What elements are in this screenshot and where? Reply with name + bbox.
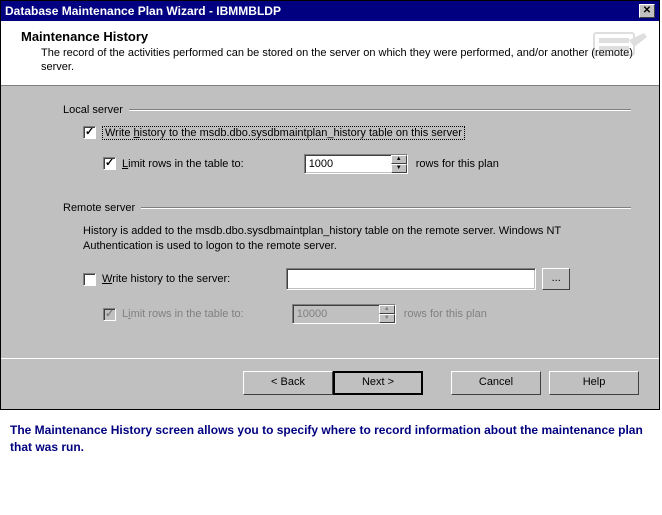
remote-limit-rows-row: Limit rows in the table to: ▲ ▼ rows for… [103, 304, 631, 324]
local-limit-rows-input[interactable] [305, 155, 391, 173]
server-icon [589, 25, 649, 65]
rows-suffix-label: rows for this plan [416, 158, 499, 170]
remote-info-text: History is added to the msdb.dbo.sysdbma… [83, 224, 631, 255]
browse-button[interactable]: ... [542, 268, 570, 290]
close-button[interactable]: ✕ [639, 4, 655, 18]
divider [129, 109, 631, 111]
local-limit-rows-row: Limit rows in the table to: ▲ ▼ rows for… [103, 154, 631, 174]
caption-text: The Maintenance History screen allows yo… [0, 410, 662, 462]
spin-up: ▲ [379, 305, 395, 314]
remote-limit-rows-spinner: ▲ ▼ [292, 304, 396, 324]
remote-limit-rows-checkbox [103, 308, 116, 321]
remote-write-history-label[interactable]: Write history to the server: [102, 273, 230, 285]
titlebar: Database Maintenance Plan Wizard - IBMMB… [1, 1, 659, 21]
remote-write-history-row: Write history to the server: ... [83, 268, 631, 290]
next-button[interactable]: Next > [333, 371, 423, 395]
back-button[interactable]: < Back [243, 371, 333, 395]
local-limit-rows-label[interactable]: Limit rows in the table to: [122, 158, 244, 170]
local-write-history-row: Write history to the msdb.dbo.sysdbmaint… [83, 126, 631, 140]
local-write-history-checkbox[interactable] [83, 126, 96, 139]
remote-server-label: Remote server [63, 202, 135, 214]
window-title: Database Maintenance Plan Wizard - IBMMB… [5, 4, 281, 18]
remote-limit-rows-input [293, 305, 379, 323]
spin-up[interactable]: ▲ [391, 155, 407, 164]
spin-down: ▼ [379, 314, 395, 323]
remote-limit-rows-label: Limit rows in the table to: [122, 308, 244, 320]
header-area: Maintenance History The record of the ac… [1, 21, 659, 86]
cancel-button[interactable]: Cancel [451, 371, 541, 395]
page-title: Maintenance History [21, 29, 643, 44]
help-button[interactable]: Help [549, 371, 639, 395]
page-description: The record of the activities performed c… [41, 46, 643, 75]
remote-write-history-checkbox[interactable] [83, 273, 96, 286]
local-server-group: Local server [63, 104, 631, 116]
rows-suffix-label: rows for this plan [404, 308, 487, 320]
local-limit-rows-checkbox[interactable] [103, 157, 116, 170]
divider [141, 207, 631, 209]
wizard-window: Database Maintenance Plan Wizard - IBMMB… [0, 0, 660, 410]
local-limit-rows-spinner[interactable]: ▲ ▼ [304, 154, 408, 174]
local-server-label: Local server [63, 104, 123, 116]
body-area: Local server Write history to the msdb.d… [1, 86, 659, 359]
remote-server-input[interactable] [286, 268, 536, 290]
local-write-history-label[interactable]: Write history to the msdb.dbo.sysdbmaint… [102, 126, 465, 140]
remote-server-group: Remote server [63, 202, 631, 214]
button-bar: < Back Next > Cancel Help [1, 358, 659, 409]
spin-down[interactable]: ▼ [391, 164, 407, 173]
